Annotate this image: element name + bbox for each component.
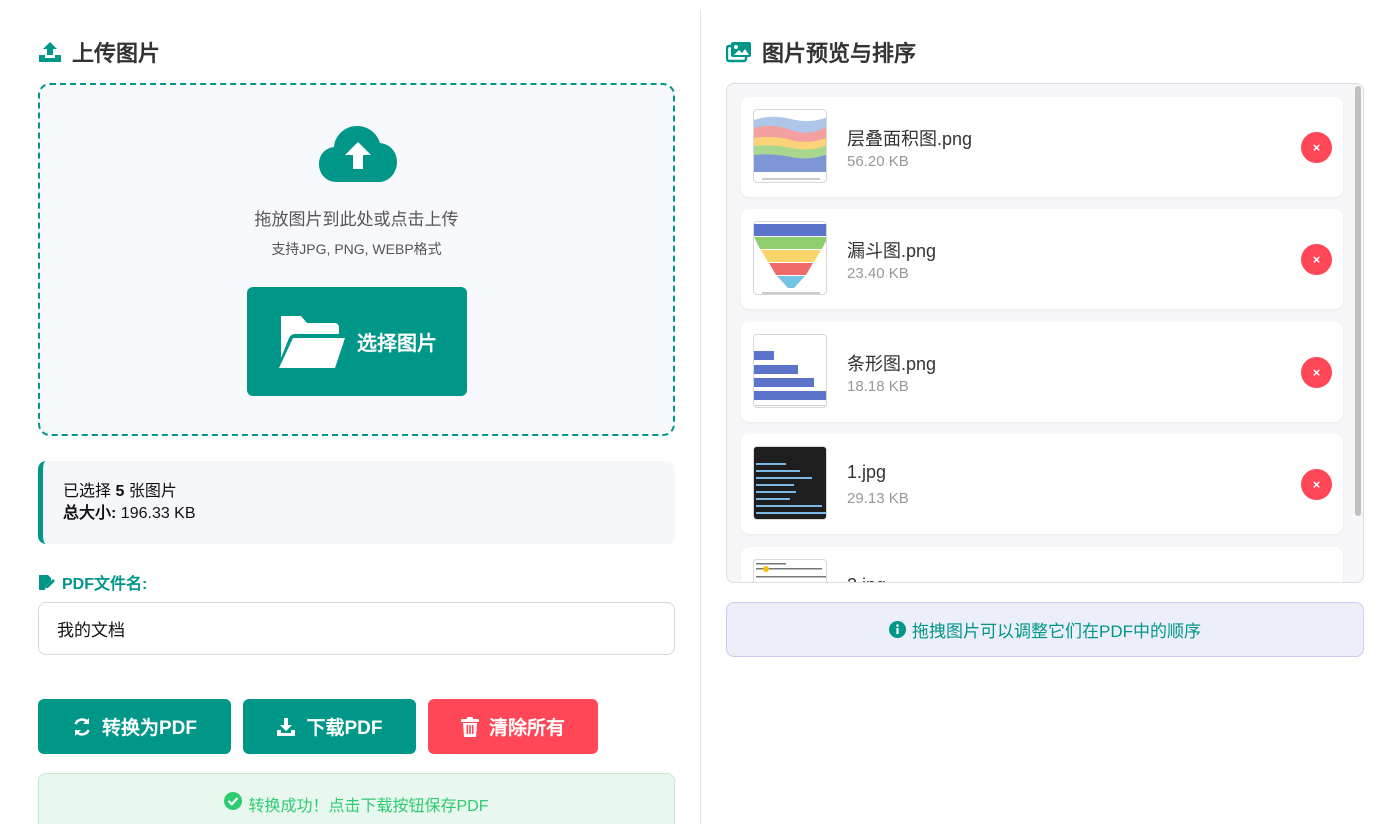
- pdf-filename-label-text: PDF文件名:: [62, 576, 148, 593]
- image-name: 漏斗图.png: [847, 241, 937, 261]
- delete-image-button[interactable]: ×: [1301, 357, 1332, 388]
- image-thumbnail: [753, 559, 827, 582]
- selection-summary: 已选择 5 张图片 总大小: 196.33 KB: [38, 461, 675, 544]
- image-item[interactable]: 条形图.png 18.18 KB ×: [741, 322, 1343, 422]
- image-name: 2.jpg: [847, 575, 886, 582]
- list-scrollbar[interactable]: [1355, 86, 1361, 516]
- clear-all-button[interactable]: 清除所有: [428, 699, 598, 754]
- image-item[interactable]: 漏斗图.png 23.40 KB ×: [741, 209, 1343, 309]
- preview-title-text: 图片预览与排序: [762, 41, 917, 66]
- image-size: 18.18 KB: [847, 378, 909, 395]
- file-signature-icon: [39, 574, 55, 590]
- total-size-line: 总大小: 196.33 KB: [63, 503, 675, 525]
- image-name: 条形图.png: [847, 354, 937, 374]
- total-size-label: 总大小:: [63, 505, 117, 522]
- selected-suffix: 张图片: [128, 483, 177, 500]
- clear-label: 清除所有: [488, 718, 565, 739]
- delete-image-button[interactable]: ×: [1301, 469, 1332, 500]
- drop-zone[interactable]: 拖放图片到此处或点击上传 支持JPG, PNG, WEBP格式 选择图片: [38, 83, 675, 436]
- upload-section-title: 上传图片: [38, 36, 160, 68]
- select-images-label: 选择图片: [357, 333, 437, 355]
- check-circle-icon: [224, 792, 243, 810]
- upload-title-text: 上传图片: [72, 41, 161, 66]
- sort-hint-text: 拖拽图片可以调整它们在PDF中的顺序: [912, 622, 1201, 641]
- image-preview-list[interactable]: 层叠面积图.png 56.20 KB × 漏斗图.png 23.40 KB × …: [726, 83, 1364, 583]
- preview-section-title: 图片预览与排序: [726, 36, 916, 68]
- download-label: 下载PDF: [306, 718, 383, 739]
- image-item[interactable]: 1.jpg 29.13 KB ×: [741, 434, 1343, 534]
- success-text: 转换成功！点击下载按钮保存PDF: [248, 798, 489, 815]
- pdf-filename-input[interactable]: [38, 602, 675, 655]
- image-item[interactable]: 2.jpg ×: [741, 547, 1343, 583]
- image-thumbnail: [753, 446, 827, 520]
- images-icon: [726, 41, 752, 63]
- image-size: 29.13 KB: [847, 490, 909, 507]
- upload-icon: [38, 41, 62, 63]
- sync-icon: [74, 717, 90, 736]
- pdf-filename-label: PDF文件名:: [38, 570, 147, 594]
- download-icon: [277, 717, 296, 736]
- image-item[interactable]: 层叠面积图.png 56.20 KB ×: [741, 97, 1343, 197]
- drop-zone-text: 拖放图片到此处或点击上传: [254, 210, 459, 229]
- trash-icon: [460, 716, 479, 737]
- selected-count-line: 已选择 5 张图片: [63, 481, 675, 503]
- pdf-converter-page: 上传图片 拖放图片到此处或点击上传 支持JPG, PNG, WEBP格式 选择图…: [0, 0, 1385, 824]
- total-size-value: 196.33 KB: [120, 505, 196, 522]
- image-size: 56.20 KB: [847, 153, 909, 170]
- selected-prefix: 已选择: [63, 483, 112, 500]
- supported-formats-text: 支持JPG, PNG, WEBP格式: [271, 241, 442, 257]
- image-thumbnail: [753, 334, 827, 408]
- info-circle-icon: [889, 621, 906, 638]
- download-pdf-button[interactable]: 下载PDF: [243, 699, 416, 754]
- image-name: 层叠面积图.png: [847, 129, 973, 149]
- folder-open-icon: [279, 315, 345, 368]
- cloud-upload-icon: [319, 126, 397, 182]
- image-thumbnail: [753, 221, 827, 295]
- selected-count: 5: [115, 483, 125, 500]
- image-name: 1.jpg: [847, 462, 887, 482]
- delete-image-button[interactable]: ×: [1301, 244, 1332, 275]
- delete-image-button[interactable]: ×: [1301, 582, 1332, 583]
- sort-hint: 拖拽图片可以调整它们在PDF中的顺序: [726, 602, 1364, 657]
- image-thumbnail: [753, 109, 827, 183]
- convert-label: 转换为PDF: [101, 718, 197, 739]
- success-message: 转换成功！点击下载按钮保存PDF: [38, 773, 675, 824]
- convert-to-pdf-button[interactable]: 转换为PDF: [38, 699, 231, 754]
- image-size: 23.40 KB: [847, 265, 909, 282]
- delete-image-button[interactable]: ×: [1301, 132, 1332, 163]
- select-images-button[interactable]: 选择图片: [247, 287, 467, 396]
- panel-divider: [700, 10, 701, 824]
